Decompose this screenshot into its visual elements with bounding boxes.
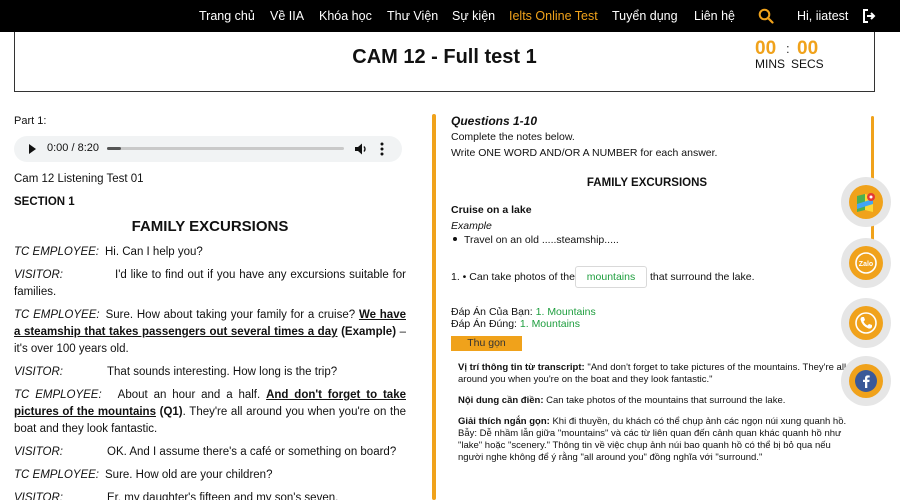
your-answer: Đáp Án Của Bạn: 1. Mountains <box>451 306 596 318</box>
transcript: TC EMPLOYEE: Hi. Can I help you? VISITOR:… <box>14 244 406 500</box>
logout-icon[interactable] <box>862 8 876 24</box>
zalo-button[interactable]: Zalo <box>841 238 891 288</box>
audio-time: 0:00 / 8:20 <box>47 142 99 154</box>
more-options-icon[interactable] <box>380 142 384 156</box>
dialogue: I'd like to find out if you have any exc… <box>14 269 406 298</box>
example-item: Travel on an old .....steamship..... <box>451 234 619 246</box>
play-icon[interactable] <box>29 144 36 154</box>
test-header: CAM 12 - Full test 1 00 : 00 MINS SECS <box>14 32 875 92</box>
dialogue: Sure. How about taking your family for a… <box>105 309 356 321</box>
nav-item-careers[interactable]: Tuyển dụng <box>612 9 678 23</box>
example-label: Example <box>451 220 492 232</box>
transcript-line: TC EMPLOYEE: Sure. How about taking your … <box>14 307 406 358</box>
timer-seconds-label: SECS <box>791 57 824 71</box>
question-1-answer-input[interactable] <box>575 266 647 288</box>
example-text: Travel on an old .....steamship..... <box>464 234 619 246</box>
question-1: 1. • Can take photos of the that surroun… <box>451 266 851 288</box>
maps-button[interactable] <box>841 177 891 227</box>
transcript-heading: FAMILY EXCURSIONS <box>131 218 289 235</box>
question-1-prefix: 1. • Can take photos of the <box>451 271 575 283</box>
explanation-location: Vị trí thông tin từ transcript: "And don… <box>458 362 847 385</box>
transcript-line: VISITOR: I'd like to find out if you have… <box>14 267 406 301</box>
question-1-suffix: that surround the lake. <box>650 271 755 283</box>
zalo-label: Zalo <box>859 261 873 268</box>
speaker: TC EMPLOYEE: <box>14 469 99 481</box>
speaker: VISITOR: <box>14 446 63 458</box>
collapse-button[interactable]: Thu gọn <box>451 336 522 351</box>
speaker: VISITOR: <box>14 492 63 500</box>
speaker: TC EMPLOYEE: <box>14 389 102 401</box>
notes-heading: FAMILY EXCURSIONS <box>586 177 708 189</box>
transcript-line: TC EMPLOYEE: About an hour and a half. An… <box>14 387 406 438</box>
dialogue: That sounds interesting. How long is the… <box>107 366 338 378</box>
timer-minutes-label: MINS <box>755 57 785 71</box>
speaker: TC EMPLOYEE: <box>14 309 100 321</box>
nav-item-events[interactable]: Sự kiện <box>452 9 495 23</box>
bullet-icon <box>453 237 457 242</box>
speaker: VISITOR: <box>14 269 63 281</box>
your-answer-value: 1. Mountains <box>535 306 596 318</box>
transcript-line: VISITOR: That sounds interesting. How lon… <box>14 364 406 381</box>
maps-icon <box>849 185 883 219</box>
timer-separator: : <box>786 41 790 56</box>
dialogue: OK. And I assume there's a café or somet… <box>107 446 397 458</box>
transcript-line: VISITOR: Er, my daughter's fifteen and my… <box>14 490 406 500</box>
dialogue: Sure. How old are your children? <box>105 469 273 481</box>
explanation-fill: Nội dung cần điền: Can take photos of th… <box>458 395 786 406</box>
nav-item-online-test[interactable]: Ielts Online Test <box>509 9 598 23</box>
page-title: CAM 12 - Full test 1 <box>352 46 537 68</box>
answer-tag: (Example) <box>341 326 397 338</box>
correct-answer-label: Đáp Án Đúng: <box>451 318 517 330</box>
section-label: SECTION 1 <box>14 196 75 208</box>
nav-item-home[interactable]: Trang chủ <box>199 9 255 23</box>
nav-item-library[interactable]: Thư Viện <box>387 9 438 23</box>
search-icon[interactable] <box>758 8 774 24</box>
audio-progress-fill <box>107 147 122 150</box>
transcript-line: VISITOR: OK. And I assume there's a café … <box>14 444 406 461</box>
audio-progress-bar[interactable] <box>107 147 344 150</box>
test-name: Cam 12 Listening Test 01 <box>14 173 144 185</box>
facebook-button[interactable] <box>841 356 891 406</box>
notes-subheading: Cruise on a lake <box>451 204 532 216</box>
correct-answer-value: 1. Mountains <box>519 318 581 330</box>
speaker: VISITOR: <box>14 366 63 378</box>
instruction: Write ONE WORD AND/OR A NUMBER for each … <box>451 147 718 159</box>
transcript-line: TC EMPLOYEE: Sure. How old are your child… <box>14 467 406 484</box>
correct-answer: Đáp Án Đúng: 1. Mountains <box>451 318 580 330</box>
instruction: Complete the notes below. <box>451 131 575 143</box>
nav-item-contact[interactable]: Liên hệ <box>694 9 735 23</box>
nav-item-courses[interactable]: Khóa học <box>319 9 372 23</box>
audio-player[interactable]: 0:00 / 8:20 <box>14 136 402 162</box>
dialogue: Er, my daughter's fifteen and my son's s… <box>107 492 339 500</box>
volume-icon[interactable] <box>354 142 368 156</box>
column-divider <box>432 114 436 500</box>
user-greeting[interactable]: Hi, iiatest <box>797 9 848 23</box>
questions-title: Questions 1-10 <box>451 114 538 128</box>
facebook-icon <box>849 364 883 398</box>
your-answer-label: Đáp Án Của Bạn: <box>451 306 533 318</box>
part-label: Part 1: <box>14 115 47 127</box>
speaker: TC EMPLOYEE: <box>14 246 99 258</box>
explanation: Vị trí thông tin từ transcript: "And don… <box>458 362 853 473</box>
top-navigation: Trang chủ Về IIA Khóa học Thư Viện Sự ki… <box>0 0 900 32</box>
phone-icon <box>849 306 883 340</box>
explanation-short: Giải thích ngắn gọn: Khi đi thuyền, du k… <box>458 416 847 463</box>
dialogue: Hi. Can I help you? <box>105 246 203 258</box>
phone-button[interactable] <box>841 298 891 348</box>
zalo-icon: Zalo <box>849 246 883 280</box>
transcript-line: TC EMPLOYEE: Hi. Can I help you? <box>14 244 406 261</box>
dialogue: About an hour and a half. <box>117 389 261 401</box>
nav-item-about[interactable]: Về IIA <box>270 9 304 23</box>
answer-tag: (Q1) <box>159 406 183 418</box>
